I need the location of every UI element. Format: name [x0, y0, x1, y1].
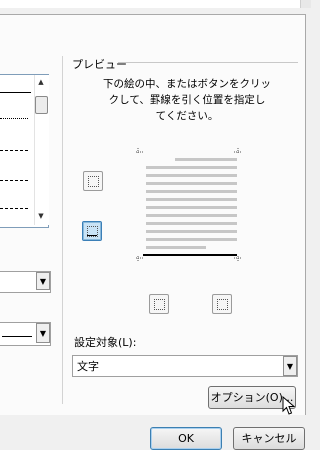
mouse-cursor-icon	[282, 396, 296, 415]
preview-text-line	[146, 214, 237, 217]
preview-text-line	[146, 198, 237, 201]
right-border-button[interactable]	[212, 294, 232, 314]
preview-text-line	[146, 174, 237, 177]
line-width-sample	[2, 336, 32, 337]
preview-text-line	[146, 190, 237, 193]
preview-text-line	[175, 158, 237, 161]
box-border-button[interactable]	[83, 171, 103, 191]
left-border-icon	[154, 299, 165, 310]
preview-text-line	[146, 246, 206, 249]
group-title-rule	[118, 62, 298, 63]
chevron-down-icon[interactable]: ▼	[283, 356, 297, 376]
window-edge	[300, 0, 311, 8]
chevron-down-icon[interactable]: ▼	[36, 272, 50, 290]
line-style-dotted[interactable]	[0, 118, 28, 119]
description-line: 下の絵の中、またはボタンをクリッ	[103, 78, 271, 90]
preview-text-line	[146, 238, 237, 241]
no-border-button[interactable]	[82, 221, 102, 241]
description-line: クして、罫線を引く位置を指定し	[108, 94, 266, 106]
ok-button[interactable]: OK	[150, 427, 222, 450]
bottom-edge	[87, 235, 97, 236]
chevron-down-icon[interactable]: ▼	[36, 323, 50, 343]
right-border-icon	[217, 299, 228, 310]
box-border-icon	[88, 176, 99, 187]
preview-text-line	[146, 230, 237, 233]
color-combo[interactable]: ▼	[0, 271, 51, 293]
preview-text-line	[146, 222, 237, 225]
scroll-thumb[interactable]	[35, 96, 48, 114]
cancel-button[interactable]: キャンセル	[233, 427, 305, 450]
line-style-dash-dot[interactable]	[0, 180, 28, 181]
left-border-button[interactable]	[149, 294, 169, 314]
line-width-combo[interactable]: ▼	[0, 322, 51, 346]
group-separator	[62, 56, 63, 404]
line-style-solid[interactable]	[0, 92, 31, 93]
scroll-up-icon[interactable]: ▲	[35, 78, 47, 86]
apply-to-label: 設定対象(L):	[74, 336, 137, 349]
preview-bottom-border	[143, 254, 237, 256]
top-strip	[0, 0, 310, 8]
line-style-dash-dot-dot[interactable]	[0, 208, 28, 209]
preview-text-line	[146, 182, 237, 185]
line-style-dashed[interactable]	[0, 150, 28, 151]
preview-group-title: プレビュー	[72, 58, 127, 71]
preview-description: 下の絵の中、またはボタンをクリッ クして、罫線を引く位置を指定し てください。	[78, 76, 296, 124]
apply-to-value: 文字	[77, 360, 99, 373]
description-line: てください。	[155, 110, 219, 122]
preview-text-line	[146, 206, 237, 209]
apply-to-select[interactable]: 文字 ▼	[72, 355, 298, 377]
scroll-down-icon[interactable]: ▼	[35, 212, 47, 220]
preview-text-line	[146, 166, 237, 169]
